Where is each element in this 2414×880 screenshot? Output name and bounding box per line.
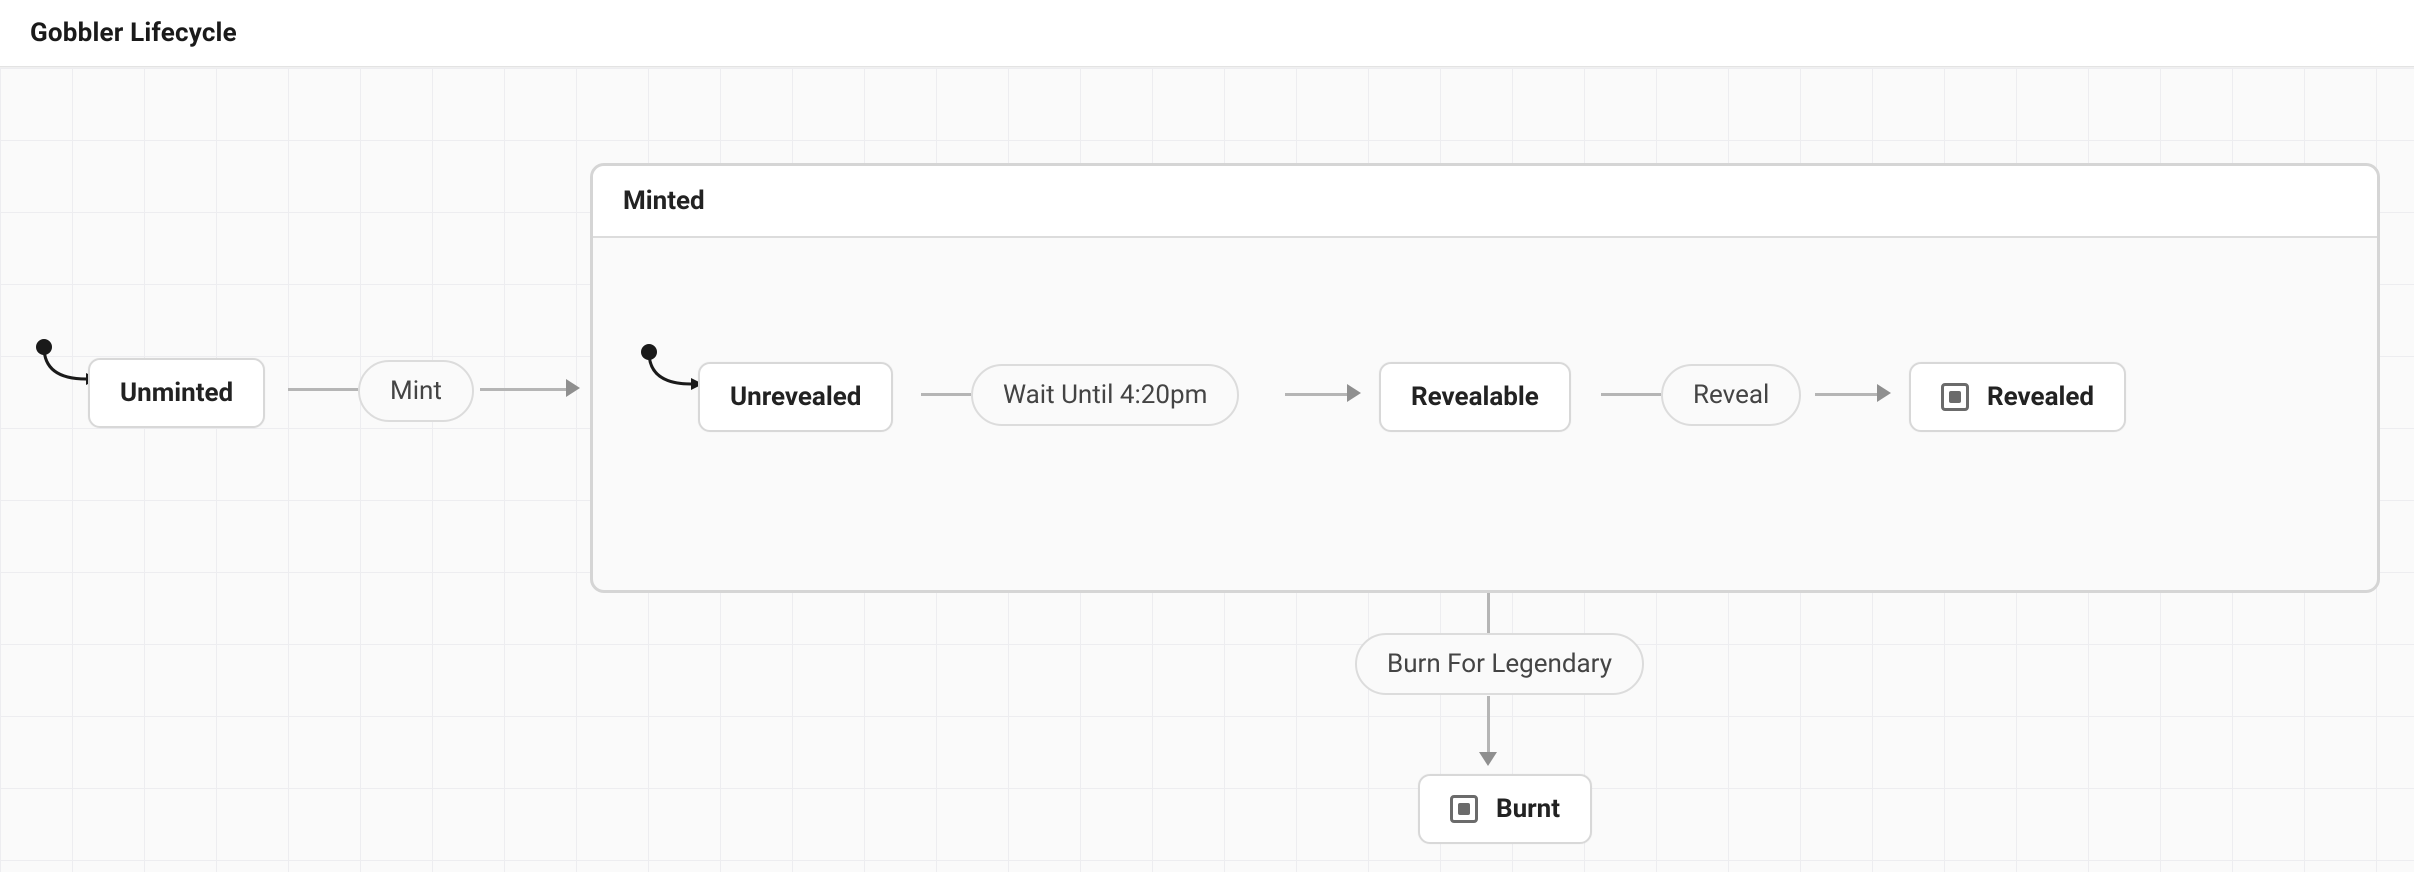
arrowhead-icon (566, 379, 580, 397)
connector (921, 393, 971, 396)
event-label: Reveal (1693, 380, 1769, 410)
state-label: Burnt (1496, 794, 1560, 824)
compound-title: Minted (623, 186, 705, 216)
page-title: Gobbler Lifecycle (30, 18, 2384, 48)
compound-header: Minted (593, 166, 2377, 238)
final-state-icon (1941, 383, 1969, 411)
state-burnt[interactable]: Burnt (1418, 774, 1592, 844)
page-header: Gobbler Lifecycle (0, 0, 2414, 67)
connector (288, 388, 358, 391)
connector (1601, 393, 1661, 396)
state-unminted[interactable]: Unminted (88, 358, 265, 428)
event-label: Burn For Legendary (1387, 649, 1612, 679)
event-wait[interactable]: Wait Until 4:20pm (971, 364, 1239, 426)
connector (1285, 393, 1347, 396)
final-state-icon (1450, 795, 1478, 823)
compound-body: Unrevealed Wait Until 4:20pm Revealable (593, 238, 2377, 592)
state-unrevealed[interactable]: Unrevealed (698, 362, 893, 432)
event-burn[interactable]: Burn For Legendary (1355, 633, 1644, 695)
state-label: Unrevealed (730, 382, 861, 412)
event-mint[interactable]: Mint (358, 360, 474, 422)
connector (480, 388, 566, 391)
state-revealable[interactable]: Revealable (1379, 362, 1571, 432)
arrowhead-icon (1347, 384, 1361, 402)
event-label: Mint (390, 376, 442, 406)
event-label: Wait Until 4:20pm (1003, 380, 1207, 410)
initial-state-icon (36, 339, 52, 355)
connector (1487, 696, 1490, 752)
state-label: Revealable (1411, 382, 1539, 412)
state-label: Revealed (1987, 382, 2094, 412)
state-revealed[interactable]: Revealed (1909, 362, 2126, 432)
compound-state-minted[interactable]: Minted Unrevealed Wait Until 4:20pm (590, 163, 2380, 593)
diagram-canvas: Unminted Mint Minted (0, 67, 2414, 872)
initial-state-icon (641, 344, 657, 360)
state-label: Unminted (120, 378, 233, 408)
arrowhead-icon (1479, 752, 1497, 766)
connector (1487, 593, 1490, 633)
arrowhead-icon (1877, 384, 1891, 402)
connector (1815, 393, 1877, 396)
event-reveal[interactable]: Reveal (1661, 364, 1801, 426)
